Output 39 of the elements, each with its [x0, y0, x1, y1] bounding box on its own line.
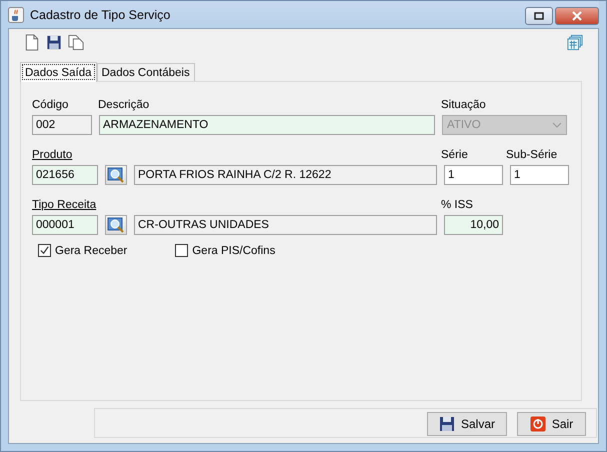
- exit-button[interactable]: Sair: [517, 412, 586, 436]
- new-document-icon[interactable]: [24, 34, 40, 50]
- input-field[interactable]: 002: [32, 115, 92, 135]
- input-field[interactable]: 1: [510, 165, 569, 185]
- copy-icon[interactable]: [68, 34, 84, 50]
- field-link[interactable]: Produto: [32, 149, 435, 161]
- window-title: Cadastro de Tipo Serviço: [30, 8, 172, 22]
- field-label: Código: [32, 99, 70, 111]
- save-icon: [438, 416, 455, 432]
- input-field[interactable]: CR-OUTRAS UNIDADES: [134, 215, 437, 235]
- check-icon: [39, 245, 50, 256]
- field-label: % ISS: [441, 199, 474, 211]
- field-label: Descrição: [98, 99, 150, 111]
- search-button[interactable]: [105, 215, 127, 235]
- power-icon: [530, 416, 546, 432]
- windows-icon[interactable]: [567, 34, 583, 50]
- input-field[interactable]: ARMAZENAMENTO: [99, 115, 435, 135]
- restore-icon: [533, 11, 545, 21]
- close-button[interactable]: [555, 7, 599, 25]
- input-field[interactable]: 10,00: [444, 215, 503, 235]
- tab[interactable]: Dados Contábeis: [96, 63, 195, 81]
- checkbox[interactable]: Gera Receber: [38, 244, 128, 257]
- input-field[interactable]: PORTA FRIOS RAINHA C/2 R. 12622: [134, 165, 437, 185]
- checkbox[interactable]: Gera PIS/Cofins: [175, 244, 276, 257]
- close-icon: [571, 11, 583, 21]
- tab[interactable]: Dados Saída: [20, 62, 96, 82]
- field-label: Série: [441, 149, 469, 161]
- input-field[interactable]: 1: [444, 165, 503, 185]
- field-label: Situação: [441, 99, 487, 111]
- restore-button[interactable]: [525, 7, 553, 25]
- field-link[interactable]: Tipo Receita: [32, 199, 435, 211]
- field-label: Sub-Série: [506, 149, 558, 161]
- input-field[interactable]: 021656: [32, 165, 98, 185]
- input-field[interactable]: 000001: [32, 215, 98, 235]
- save-button[interactable]: Salvar: [427, 412, 507, 436]
- save-icon[interactable]: [46, 34, 62, 50]
- caret-icon: [552, 122, 562, 128]
- cup-icon: [8, 6, 24, 22]
- search-button[interactable]: [105, 165, 127, 185]
